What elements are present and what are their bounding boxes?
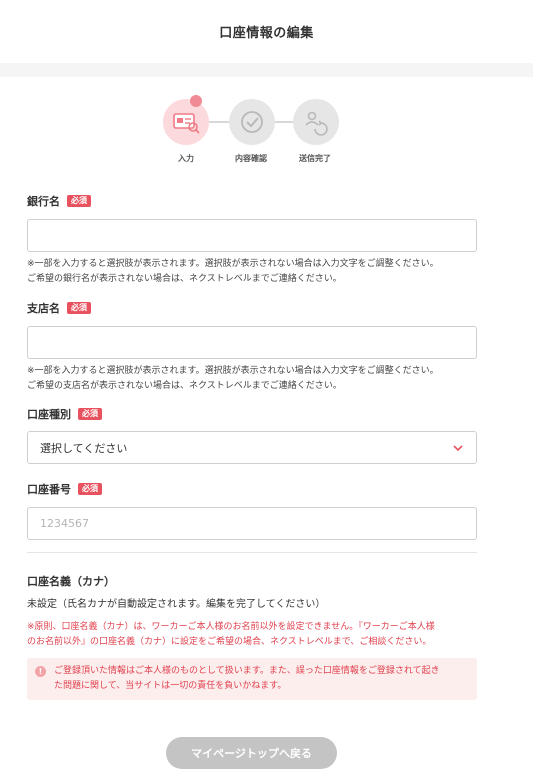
bank-name-help: ※一部を入力すると選択肢が表示されます。選択肢が表示されない場合は入力文字をご調… (27, 257, 477, 287)
step-connector (209, 121, 229, 123)
progress-stepper: 入力 内容確認 送信完了 (0, 77, 533, 172)
page-header: 口座情報の編集 (0, 0, 533, 63)
bank-name-group: 銀行名 必須 ※一部を入力すると選択肢が表示されます。選択肢が表示されない場合は… (27, 193, 477, 287)
header-divider-band (0, 63, 533, 77)
page-title: 口座情報の編集 (219, 26, 314, 41)
step-done (293, 99, 339, 145)
alert-text: ご登録頂いた情報はご本人様のものとして扱います。また、誤った口座情報をご登録され… (54, 664, 440, 700)
step-label-input: 入力 (178, 154, 194, 163)
check-badge-icon (229, 99, 275, 145)
account-holder-value: 未設定（氏名カナが自動設定されます。編集を完了してください） (27, 599, 326, 610)
policy-note-line1: ※原則、口座名義（カナ）は、ワーカーご本人様のお名前以外を設定できません。『ワー… (27, 622, 435, 632)
account-type-label: 口座種別 必須 (27, 406, 477, 422)
step-label-done: 送信完了 (299, 154, 331, 163)
chevron-down-icon (453, 444, 463, 451)
step-connector (275, 121, 293, 123)
bank-name-label: 銀行名 必須 (27, 193, 477, 209)
policy-note-line2: のお名前以外』の口座名義（カナ）に設定をご希望の場合、ネクストレベルまで、ご相談… (27, 637, 432, 647)
step-input (163, 99, 209, 145)
alert-line1: ご登録頂いた情報はご本人様のものとして扱います。また、誤った口座情報をご登録され… (54, 666, 440, 676)
account-type-selected-value: 選択してください (40, 441, 128, 455)
required-badge: 必須 (67, 302, 91, 314)
alert-line2: た問題に関して、当サイトは一切の責任を負いかねます。 (54, 681, 287, 691)
bank-name-input[interactable] (27, 219, 477, 252)
step-badge-dot (190, 95, 202, 107)
step-label-confirm: 内容確認 (235, 154, 267, 163)
account-type-label-text: 口座種別 (27, 408, 71, 421)
required-badge: 必須 (78, 408, 102, 420)
account-type-group: 口座種別 必須 選択してください (27, 406, 477, 464)
account-number-label-text: 口座番号 (27, 483, 71, 496)
branch-name-label: 支店名 必須 (27, 300, 477, 316)
bank-name-label-text: 銀行名 (27, 195, 60, 208)
account-number-label: 口座番号 必須 (27, 481, 477, 497)
step-confirm (229, 99, 275, 145)
info-icon: ! (35, 666, 46, 677)
account-holder-group: 口座名義（カナ） 未設定（氏名カナが自動設定されます。編集を完了してください） (27, 573, 477, 610)
section-divider (27, 552, 477, 553)
account-holder-policy-note: ※原則、口座名義（カナ）は、ワーカーご本人様のお名前以外を設定できません。『ワー… (27, 620, 477, 650)
branch-name-input[interactable] (27, 326, 477, 359)
branch-name-help-line1: ※一部を入力すると選択肢が表示されます。選択肢が表示されない場合は入力文字をご調… (27, 366, 439, 376)
account-number-input[interactable] (27, 507, 477, 540)
back-to-mypage-button[interactable]: マイページトップへ戻る (166, 737, 337, 769)
required-badge: 必須 (78, 483, 102, 495)
bank-name-help-line1: ※一部を入力すると選択肢が表示されます。選択肢が表示されない場合は入力文字をご調… (27, 259, 439, 269)
branch-name-group: 支店名 必須 ※一部を入力すると選択肢が表示されます。選択肢が表示されない場合は… (27, 300, 477, 394)
required-badge: 必須 (67, 195, 91, 207)
user-refresh-icon (293, 99, 339, 145)
account-number-group: 口座番号 必須 (27, 481, 477, 540)
bank-name-help-line2: ご希望の銀行名が表示されない場合は、ネクストレベルまでご連絡ください。 (27, 274, 342, 284)
account-holder-label: 口座名義（カナ） (27, 575, 115, 588)
account-type-select[interactable]: 選択してください (27, 431, 477, 464)
branch-name-help: ※一部を入力すると選択肢が表示されます。選択肢が表示されない場合は入力文字をご調… (27, 364, 477, 394)
card-form-icon (163, 99, 209, 145)
branch-name-help-line2: ご希望の支店名が表示されない場合は、ネクストレベルまでご連絡ください。 (27, 381, 342, 391)
branch-name-label-text: 支店名 (27, 302, 60, 315)
disclaimer-alert: ! ご登録頂いた情報はご本人様のものとして扱います。また、誤った口座情報をご登録… (27, 658, 477, 700)
